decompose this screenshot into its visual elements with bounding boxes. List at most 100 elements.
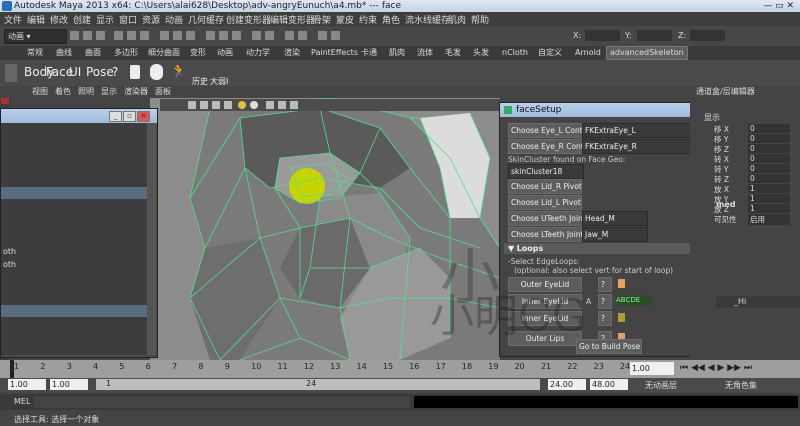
inner-eyelid-help-2[interactable]: ? [598, 311, 612, 326]
shelf-tab-muscle[interactable]: 肌肉 [386, 47, 408, 59]
shelf-ui-button[interactable]: UI [69, 65, 81, 79]
anim-layer-dropdown[interactable]: 无动画层 [645, 380, 677, 391]
menu-create-deformers[interactable]: 创建变形器 [226, 13, 271, 26]
shelf-tab-advancedskeleton[interactable]: advancedSkeleton [606, 46, 688, 60]
skincluster-field[interactable]: skinCluster18 [508, 164, 584, 179]
shelf-options-icon[interactable] [5, 64, 17, 82]
panel-menu-show[interactable]: 显示 [101, 86, 117, 97]
channel-row[interactable]: 转 Y0 [690, 164, 800, 174]
menu-file[interactable]: 文件 [4, 13, 22, 26]
channel-row[interactable]: 放 Z1 [690, 204, 800, 214]
shelf-tab-toon[interactable]: 卡通 [358, 47, 380, 59]
character-set-dropdown[interactable]: 无角色集 [725, 380, 757, 391]
menu-skeleton[interactable]: 骨架 [313, 13, 331, 26]
choose-eye-l-button[interactable]: Choose Eye_L Control [508, 123, 584, 138]
list-item-selected[interactable] [1, 187, 147, 199]
menu-skin[interactable]: 蒙皮 [336, 13, 354, 26]
menu-assets[interactable]: 资源 [142, 13, 160, 26]
panel-menu-renderer[interactable]: 渲染器 [124, 86, 148, 97]
playback-start-field[interactable]: 1.00 [50, 379, 88, 390]
menu-edit-deformers[interactable]: 编辑变形器 [270, 13, 315, 26]
shelf-pose-button[interactable]: Pose [86, 65, 114, 79]
viewport-toolbar-icons[interactable] [160, 99, 500, 111]
menu-geometry-cache[interactable]: 几何缓存 [188, 13, 224, 26]
list-item-selected[interactable] [1, 305, 147, 317]
shelf-tab-subdiv[interactable]: 细分曲面 [145, 47, 183, 59]
x-field[interactable] [585, 30, 620, 41]
lteeth-field[interactable]: Jaw_M [582, 227, 648, 242]
panel-menu-lighting[interactable]: 照明 [78, 86, 94, 97]
shelf-tab-painteffects[interactable]: PaintEffects [308, 47, 361, 59]
choose-lid-r-pivot-button[interactable]: Choose Lid_R Pivot [508, 179, 582, 194]
playback-controls[interactable]: ⏮ ◀◀ ◀ ▶ ▶▶ ⏭ [680, 363, 752, 373]
skull-icon[interactable] [150, 64, 163, 80]
minimize-icon[interactable]: _ [109, 111, 122, 122]
menu-set-dropdown[interactable]: 动画 ▾ [4, 29, 67, 44]
menu-muscle[interactable]: 肌肉 [448, 13, 466, 26]
current-frame-field[interactable]: 1.00 [630, 362, 674, 375]
menu-window[interactable]: 窗口 [119, 13, 137, 26]
menu-edit[interactable]: 编辑 [27, 13, 45, 26]
menu-constrain[interactable]: 约束 [359, 13, 377, 26]
close-icon[interactable]: ✕ [137, 111, 150, 122]
command-input[interactable] [34, 396, 410, 408]
menu-display[interactable]: 显示 [96, 13, 114, 26]
choose-uteeth-joint-button[interactable]: Choose UTeeth Joint [508, 211, 584, 226]
mel-label[interactable]: MEL [14, 397, 30, 406]
outliner-scrollbar[interactable] [147, 123, 156, 355]
outer-eyelid-help[interactable]: ? [598, 277, 612, 292]
playback-end-field[interactable]: 24.00 [548, 379, 586, 390]
shelf-tab-fluids[interactable]: 流体 [414, 47, 436, 59]
shelf-tab-hair[interactable]: 头发 [470, 47, 492, 59]
choose-eye-r-button[interactable]: Choose Eye_R Control [508, 139, 584, 154]
layer-row[interactable]: _Hi [716, 296, 800, 308]
window-controls[interactable]: — ▭ ✕ [763, 0, 794, 12]
shelf-tab-animation[interactable]: 动画 [214, 47, 236, 59]
maximize-icon[interactable]: ▫ [123, 111, 136, 122]
channel-row[interactable]: 移 Z0 [690, 144, 800, 154]
channel-row[interactable]: 移 Y0 [690, 134, 800, 144]
shelf-tab-ncloth[interactable]: nCloth [499, 47, 531, 59]
menu-pipeline-cache[interactable]: 流水线缓存 [405, 13, 450, 26]
shelf-tab-polygons[interactable]: 多边形 [111, 47, 141, 59]
walk-figure-icon[interactable]: 🏃 [170, 64, 187, 80]
shelf-tab-deform[interactable]: 变形 [187, 47, 209, 59]
list-item[interactable]: oth [3, 260, 16, 269]
menu-character[interactable]: 角色 [382, 13, 400, 26]
loops-section-header[interactable]: ▼ Loops [504, 243, 708, 254]
menu-help[interactable]: 帮助 [471, 13, 489, 26]
list-item[interactable]: oth [3, 247, 16, 256]
channel-box-display-menu[interactable]: 显示 [704, 112, 720, 123]
channel-row[interactable]: 放 Y1 [690, 194, 800, 204]
shelf-tab-dynamics[interactable]: 动力学 [243, 47, 273, 59]
current-time-marker[interactable] [10, 360, 14, 378]
shelf-tab-curves[interactable]: 曲线 [53, 47, 75, 59]
inner-eyelid-help[interactable]: ? [598, 294, 612, 309]
outliner-list[interactable]: oth oth [1, 123, 147, 355]
shelf-tab-custom[interactable]: 自定义 [535, 47, 565, 59]
range-bar[interactable]: 1 24 [96, 379, 540, 390]
channel-row[interactable]: 可见性 启用 [690, 214, 800, 225]
uteeth-field[interactable]: Head_M [582, 211, 648, 226]
time-slider[interactable]: /* ticks positioned by script below */ 1… [0, 360, 800, 378]
menu-animate[interactable]: 动画 [165, 13, 183, 26]
panel-menu-view[interactable]: 视图 [32, 86, 48, 97]
shelf-tab-surfaces[interactable]: 曲面 [82, 47, 104, 59]
shelf-tab-arnold[interactable]: Arnold [572, 47, 604, 59]
choose-lid-l-pivot-button[interactable]: Choose Lid_L Pivot [508, 195, 582, 210]
choose-lteeth-joint-button[interactable]: Choose LTeeth Joint [508, 227, 584, 242]
y-field[interactable] [637, 30, 672, 41]
status-icons[interactable] [70, 30, 430, 42]
shelf-help-button[interactable]: ? [112, 65, 118, 79]
end-time-field[interactable]: 48.00 [590, 379, 628, 390]
panel-menu-shading[interactable]: 着色 [55, 86, 71, 97]
channel-row[interactable]: 转 X0 [690, 154, 800, 164]
panel-menu-panels[interactable]: 面板 [155, 86, 171, 97]
channel-row[interactable]: 转 Z0 [690, 174, 800, 184]
menu-create[interactable]: 创建 [73, 13, 91, 26]
z-field[interactable] [690, 30, 725, 41]
shelf-tab-fur[interactable]: 毛发 [442, 47, 464, 59]
shelf-tab-general[interactable]: 常规 [24, 47, 46, 59]
start-time-field[interactable]: 1.00 [8, 379, 46, 390]
channel-row[interactable]: 放 X1 [690, 184, 800, 194]
